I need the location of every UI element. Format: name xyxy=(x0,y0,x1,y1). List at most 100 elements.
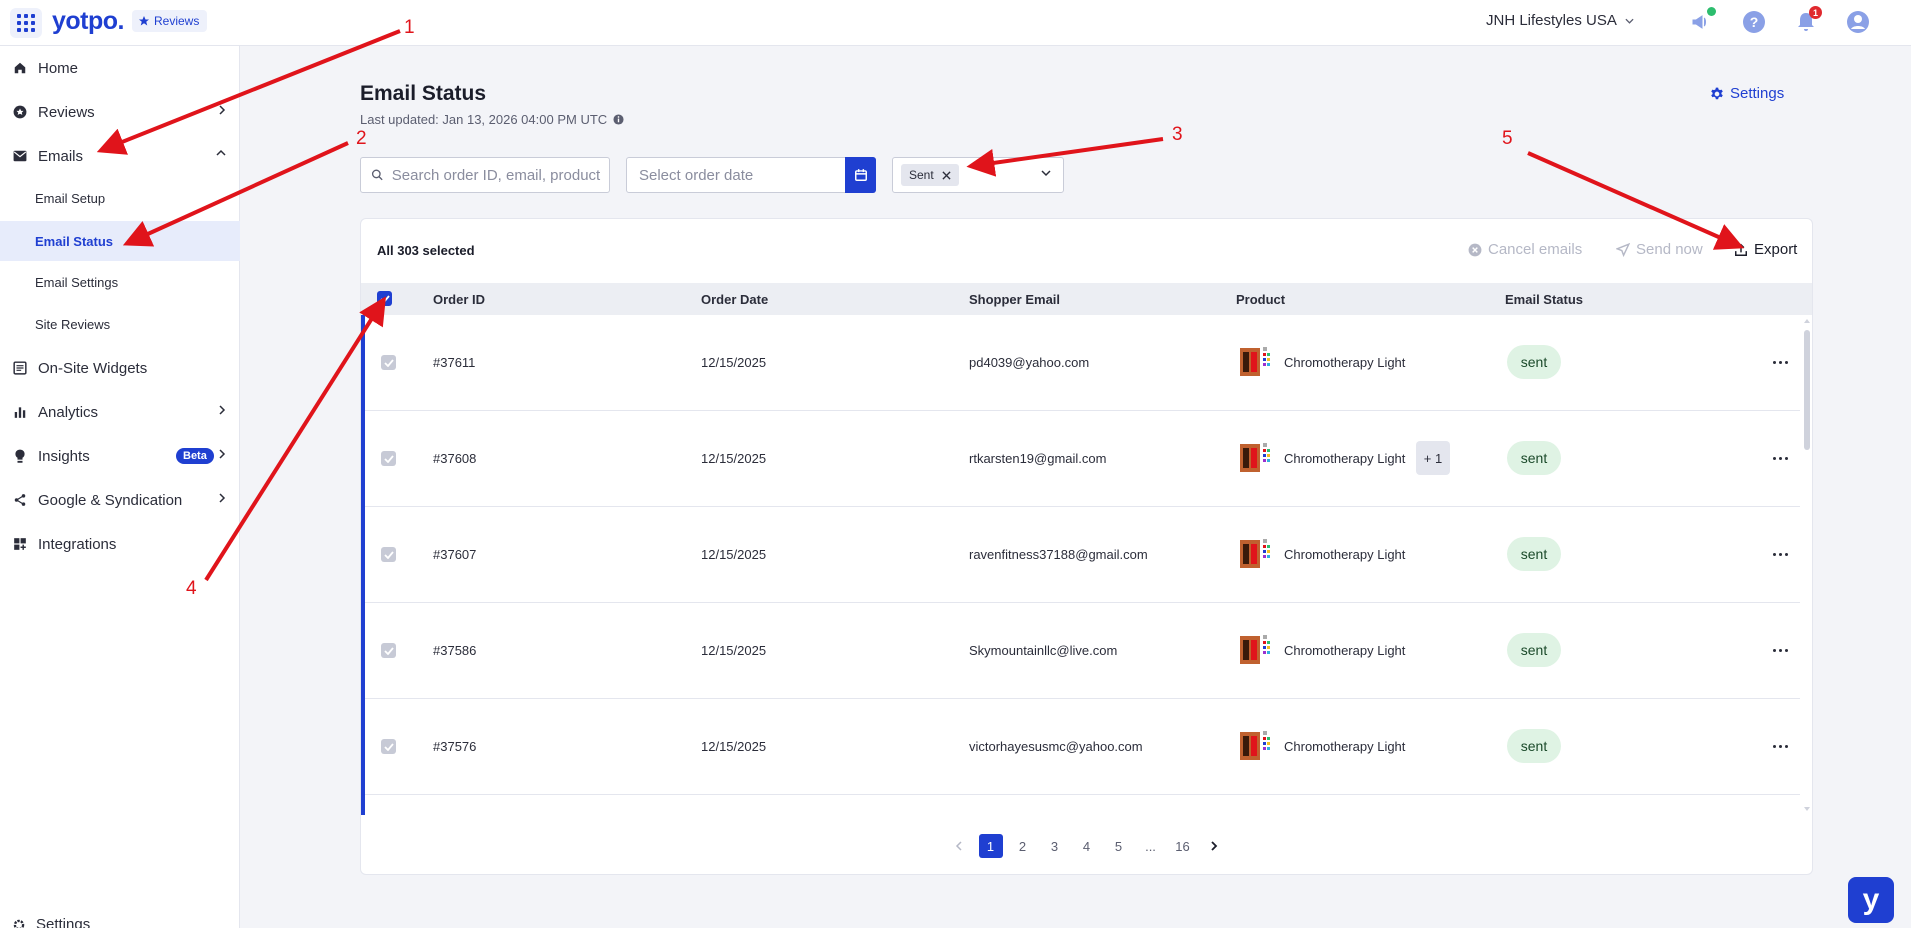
next-page-button[interactable] xyxy=(1199,833,1231,859)
page-button-16[interactable]: 16 xyxy=(1167,833,1199,859)
prev-page-button[interactable] xyxy=(943,833,975,859)
column-header-order-date[interactable]: Order Date xyxy=(701,292,768,307)
share-icon xyxy=(12,492,28,508)
table-row[interactable]: #37608 12/15/2025 rtkarsten19@gmail.com … xyxy=(361,411,1800,507)
select-all-checkbox[interactable] xyxy=(377,291,392,306)
beta-badge: Beta xyxy=(176,448,214,464)
scrollbar-thumb[interactable] xyxy=(1804,330,1810,450)
last-updated: Last updated: Jan 13, 2026 04:00 PM UTC xyxy=(360,112,624,127)
shopper-email-cell: Skymountainllc@live.com xyxy=(969,643,1118,658)
column-header-product[interactable]: Product xyxy=(1236,292,1285,307)
export-button[interactable]: Export xyxy=(1734,241,1797,258)
product-name-cell: Chromotherapy Light xyxy=(1284,739,1406,754)
row-checkbox[interactable] xyxy=(381,355,396,370)
app-switcher-button[interactable] xyxy=(10,8,42,38)
grid-icon xyxy=(17,14,35,32)
table-row[interactable]: #37586 12/15/2025 Skymountainllc@live.co… xyxy=(361,603,1800,699)
table-row[interactable]: #37576 12/15/2025 victorhayesusmc@yahoo.… xyxy=(361,699,1800,795)
scroll-down-icon[interactable] xyxy=(1802,805,1812,813)
order-id-cell: #37607 xyxy=(433,547,477,562)
annotation-label-2: 2 xyxy=(356,128,367,149)
page-button-3[interactable]: 3 xyxy=(1039,833,1071,859)
send-now-button[interactable]: Send now xyxy=(1616,241,1703,258)
search-icon xyxy=(371,169,383,181)
order-date-cell: 12/15/2025 xyxy=(701,355,767,370)
row-checkbox[interactable] xyxy=(381,739,396,754)
chevron-up-icon xyxy=(216,149,226,156)
account-button[interactable] xyxy=(1846,10,1872,36)
page-button-1[interactable]: 1 xyxy=(975,833,1007,859)
page-button-4[interactable]: 4 xyxy=(1071,833,1103,859)
sidebar-item-integrations[interactable]: Integrations xyxy=(0,524,240,564)
email-status-filter[interactable]: Sent xyxy=(892,157,1064,193)
sidebar-item-home[interactable]: Home xyxy=(0,48,240,88)
order-date-picker[interactable] xyxy=(626,157,876,193)
selection-indicator-bar xyxy=(361,315,365,815)
page-number: 1 xyxy=(978,834,1003,858)
feedback-button[interactable] xyxy=(1690,7,1716,36)
yotpo-chat-widget[interactable]: y xyxy=(1848,877,1894,923)
bar-chart-icon xyxy=(12,404,28,420)
sidebar-item-label: Emails xyxy=(38,147,84,165)
close-icon[interactable] xyxy=(942,170,951,180)
row-actions-more-icon[interactable] xyxy=(1769,737,1791,755)
sidebar-item-label: Insights xyxy=(38,447,90,465)
scroll-up-icon[interactable] xyxy=(1802,317,1812,325)
search-input[interactable] xyxy=(391,166,609,184)
column-header-email-status[interactable]: Email Status xyxy=(1505,292,1583,307)
sidebar-item-google-syndication[interactable]: Google & Syndication xyxy=(0,480,240,520)
sidebar-item-onsite-widgets[interactable]: On-Site Widgets xyxy=(0,348,240,388)
calendar-button[interactable] xyxy=(845,157,876,193)
check-icon xyxy=(383,550,394,559)
row-actions-more-icon[interactable] xyxy=(1769,641,1791,659)
product-name-cell: Chromotherapy Light xyxy=(1284,355,1406,370)
selected-count: All 303 selected xyxy=(377,243,475,258)
order-date-input[interactable] xyxy=(639,166,875,184)
product-badge[interactable]: Reviews xyxy=(132,10,208,32)
sidebar-subitem-email-settings[interactable]: Email Settings xyxy=(0,262,240,302)
check-icon xyxy=(383,646,394,655)
more-products-badge[interactable]: + 1 xyxy=(1416,441,1450,475)
chevron-right-icon xyxy=(219,105,226,115)
help-button[interactable]: ? xyxy=(1742,10,1768,36)
search-field[interactable] xyxy=(360,157,610,193)
column-header-order-id[interactable]: Order ID xyxy=(433,292,485,307)
sidebar-subitem-site-reviews[interactable]: Site Reviews xyxy=(0,304,240,344)
cancel-emails-label: Cancel emails xyxy=(1488,241,1583,258)
row-checkbox[interactable] xyxy=(381,643,396,658)
row-actions-more-icon[interactable] xyxy=(1769,353,1791,371)
store-selector[interactable]: JNH Lifestyles USA xyxy=(1486,12,1634,29)
order-date-cell: 12/15/2025 xyxy=(701,739,767,754)
sidebar-item-reviews[interactable]: Reviews xyxy=(0,92,240,132)
sidebar-item-insights[interactable]: Insights Beta xyxy=(0,436,240,476)
table-scrollbar[interactable] xyxy=(1802,315,1812,815)
row-checkbox[interactable] xyxy=(381,451,396,466)
settings-link[interactable]: Settings xyxy=(1710,85,1784,102)
page-button-5[interactable]: 5 xyxy=(1103,833,1135,859)
product-name-cell: Chromotherapy Light xyxy=(1284,547,1406,562)
user-avatar-icon xyxy=(1847,11,1869,33)
notifications-button[interactable]: 1 xyxy=(1794,6,1822,36)
annotation-label-4: 4 xyxy=(186,578,197,599)
info-icon[interactable] xyxy=(613,114,624,125)
page-button-2[interactable]: 2 xyxy=(1007,833,1039,859)
product-name-cell: Chromotherapy Light xyxy=(1284,643,1406,658)
order-date-cell: 12/15/2025 xyxy=(701,451,767,466)
gear-icon xyxy=(13,919,25,928)
sidebar-item-emails[interactable]: Emails xyxy=(0,136,240,176)
row-checkbox[interactable] xyxy=(381,547,396,562)
column-header-shopper-email[interactable]: Shopper Email xyxy=(969,292,1060,307)
sidebar-item-settings[interactable]: Settings xyxy=(12,916,90,928)
row-actions-more-icon[interactable] xyxy=(1769,545,1791,563)
sidebar-item-analytics[interactable]: Analytics xyxy=(0,392,240,432)
gear-icon xyxy=(1711,87,1723,99)
row-actions-more-icon[interactable] xyxy=(1769,449,1791,467)
sidebar-subitem-email-setup[interactable]: Email Setup xyxy=(0,178,240,218)
table-row[interactable]: #37611 12/15/2025 pd4039@yahoo.com Chrom… xyxy=(361,315,1800,411)
yotpo-logo[interactable]: yotpo. xyxy=(52,7,125,36)
cancel-emails-button[interactable]: Cancel emails xyxy=(1468,241,1582,258)
sidebar-item-label: Reviews xyxy=(38,103,95,121)
sidebar-subitem-email-status[interactable]: Email Status xyxy=(0,221,240,261)
chevron-right-icon xyxy=(219,449,226,459)
table-row[interactable]: #37607 12/15/2025 ravenfitness37188@gmai… xyxy=(361,507,1800,603)
